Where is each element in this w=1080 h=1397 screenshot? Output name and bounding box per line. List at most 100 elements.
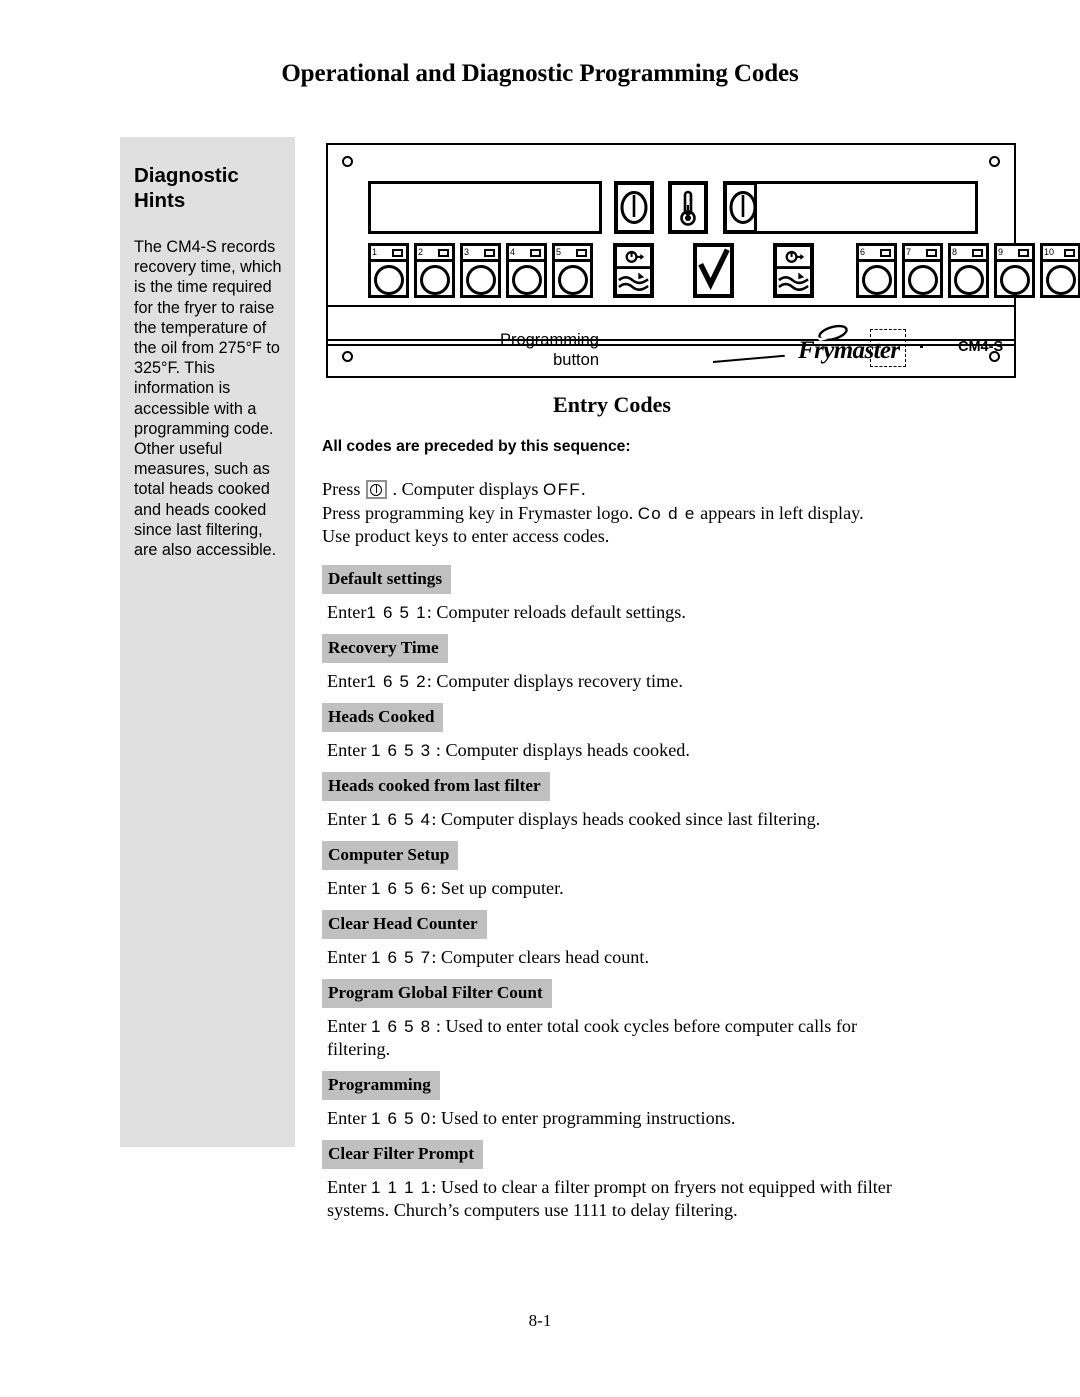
sequence-lead-text: All codes are preceded by this sequence: bbox=[322, 438, 631, 455]
power-button-icon bbox=[365, 480, 387, 499]
entry-post: : Used to enter programming instructions… bbox=[431, 1107, 736, 1128]
press-suffix: . Computer displays bbox=[392, 479, 539, 499]
entry-item: Clear Filter Prompt Enter 1 1 1 1: Used … bbox=[322, 1139, 900, 1222]
entry-label: Heads Cooked bbox=[322, 702, 444, 732]
key-number: 9 bbox=[998, 247, 1004, 257]
screw-icon bbox=[342, 351, 353, 362]
entry-item: Program Global Filter Count Enter 1 6 5 … bbox=[322, 978, 900, 1061]
entry-label: Clear Head Counter bbox=[322, 909, 487, 939]
entry-description: Enter1 6 5 2: Computer displays recovery… bbox=[327, 670, 900, 693]
product-key-7[interactable]: 7 bbox=[902, 243, 943, 298]
entry-pre: Enter bbox=[327, 1015, 371, 1036]
entry-code-list: Default settings Enter1 6 5 1: Computer … bbox=[322, 564, 900, 1222]
key-number: 6 bbox=[860, 247, 866, 257]
entry-label: Recovery Time bbox=[322, 633, 448, 663]
product-key-3[interactable]: 3 bbox=[460, 243, 501, 298]
led-indicator-icon bbox=[1064, 249, 1075, 257]
key-circle-icon bbox=[511, 265, 542, 295]
entry-post: : Computer clears head count. bbox=[431, 946, 650, 967]
key-circle-icon bbox=[557, 265, 588, 295]
entry-code: 1 6 5 0 bbox=[370, 1108, 432, 1128]
key-circle-icon bbox=[999, 265, 1030, 295]
led-indicator-icon bbox=[576, 249, 587, 257]
key-number-bar: 5 bbox=[555, 246, 590, 262]
screw-icon bbox=[342, 156, 353, 167]
programming-button-target[interactable] bbox=[870, 329, 906, 367]
entry-pre: Enter bbox=[327, 601, 367, 622]
check-button-icon[interactable] bbox=[693, 243, 734, 298]
entry-code: 1 6 5 7 bbox=[370, 947, 432, 967]
key-number: 3 bbox=[464, 247, 470, 257]
key-number-bar: 1 bbox=[371, 246, 406, 262]
key-number: 2 bbox=[418, 247, 424, 257]
intro-line-2: Press programming key in Frymaster logo.… bbox=[322, 502, 900, 526]
product-key-2[interactable]: 2 bbox=[414, 243, 455, 298]
entry-label: Program Global Filter Count bbox=[322, 978, 552, 1008]
led-indicator-icon bbox=[972, 249, 983, 257]
power-button-icon[interactable] bbox=[614, 181, 654, 234]
thermometer-button-icon[interactable] bbox=[668, 181, 708, 234]
right-display-window bbox=[754, 181, 978, 234]
key-circle-icon bbox=[373, 265, 404, 295]
intro-line-2-suffix: appears in left display. bbox=[700, 502, 864, 523]
power-glyph bbox=[620, 191, 648, 224]
entry-pre: Enter bbox=[327, 877, 371, 898]
entry-post: : Computer displays heads cooked since l… bbox=[431, 808, 821, 829]
product-key-1[interactable]: 1 bbox=[368, 243, 409, 298]
key-number: 10 bbox=[1044, 247, 1055, 257]
key-number: 4 bbox=[510, 247, 516, 257]
display-row bbox=[368, 181, 978, 234]
filter-button-icon[interactable] bbox=[613, 243, 654, 298]
led-indicator-icon bbox=[530, 249, 541, 257]
filter-button-icon[interactable] bbox=[773, 243, 814, 298]
product-key-row: 1 2 3 4 5 6 7 8 9 10 bbox=[368, 243, 1080, 298]
frymaster-logo: Frymaster bbox=[780, 324, 945, 367]
page-footer: 8-1 bbox=[528, 1311, 552, 1330]
entry-code: 1 6 5 3 bbox=[370, 740, 432, 760]
entry-label: Clear Filter Prompt bbox=[322, 1139, 484, 1169]
entry-description: Enter 1 6 5 8 : Used to enter total cook… bbox=[327, 1015, 900, 1061]
filter-glyph bbox=[617, 250, 650, 291]
entry-item: Programming Enter 1 6 5 0: Used to enter… bbox=[322, 1070, 900, 1130]
product-key-8[interactable]: 8 bbox=[948, 243, 989, 298]
key-circle-icon bbox=[465, 265, 496, 295]
entry-pre: Enter bbox=[327, 946, 371, 967]
key-circle-icon bbox=[861, 265, 892, 295]
key-number-bar: 8 bbox=[951, 246, 986, 262]
filter-glyph bbox=[777, 250, 810, 291]
entry-post: : Set up computer. bbox=[431, 877, 564, 898]
entry-item: Default settings Enter1 6 5 1: Computer … bbox=[322, 564, 900, 624]
section-heading: Entry Codes bbox=[553, 392, 671, 417]
intro-line-3: Use product keys to enter access codes. bbox=[322, 526, 610, 546]
entry-code: 1 6 5 2 bbox=[366, 671, 427, 691]
intro-line-1: Press . Computer displays OFF. bbox=[322, 478, 900, 502]
key-number-bar: 3 bbox=[463, 246, 498, 262]
product-key-10[interactable]: 10 bbox=[1040, 243, 1080, 298]
product-key-6[interactable]: 6 bbox=[856, 243, 897, 298]
led-indicator-icon bbox=[392, 249, 403, 257]
product-key-4[interactable]: 4 bbox=[506, 243, 547, 298]
callout-leader-line bbox=[712, 354, 785, 363]
product-key-9[interactable]: 9 bbox=[994, 243, 1035, 298]
led-indicator-icon bbox=[1018, 249, 1029, 257]
checkmark-glyph bbox=[698, 248, 730, 291]
entry-label: Programming bbox=[322, 1070, 440, 1100]
entry-code: 1 6 5 1 bbox=[366, 602, 427, 622]
product-key-5[interactable]: 5 bbox=[552, 243, 593, 298]
led-indicator-icon bbox=[926, 249, 937, 257]
entry-item: Computer Setup Enter 1 6 5 6: Set up com… bbox=[322, 840, 900, 900]
key-circle-icon bbox=[419, 265, 450, 295]
key-number: 7 bbox=[906, 247, 912, 257]
entry-code: 1 6 5 6 bbox=[370, 878, 432, 898]
entry-pre: Enter bbox=[327, 670, 367, 691]
entry-description: Enter 1 6 5 4: Computer displays heads c… bbox=[327, 808, 900, 831]
entry-label: Default settings bbox=[322, 564, 452, 594]
entry-pre: Enter bbox=[327, 1107, 371, 1128]
left-display-window bbox=[368, 181, 602, 234]
entry-post: : Computer reloads default settings. bbox=[426, 601, 686, 622]
key-circle-icon bbox=[1045, 265, 1076, 295]
off-display-text: OFF bbox=[543, 480, 581, 499]
sidebar-body-text: The CM4-S records recovery time, which i… bbox=[134, 238, 282, 560]
page-title: Operational and Diagnostic Programming C… bbox=[281, 60, 799, 87]
key-number-bar: 6 bbox=[859, 246, 894, 262]
